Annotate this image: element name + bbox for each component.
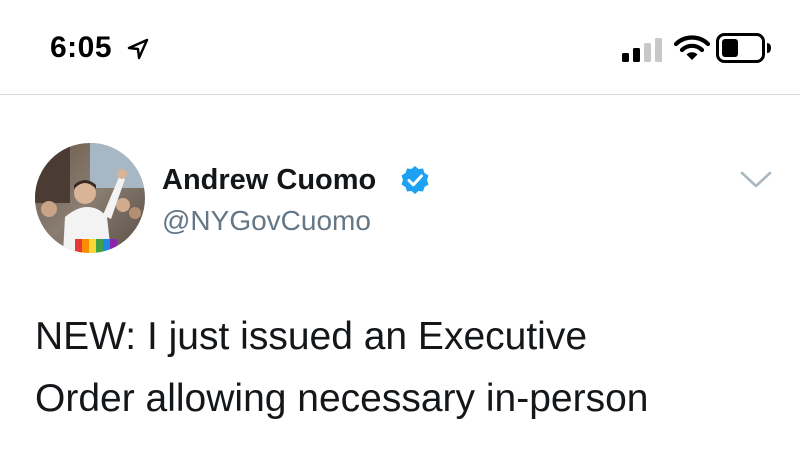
avatar-photo: [35, 143, 145, 253]
tweet-text-line: NEW: I just issued an Executive: [35, 315, 588, 358]
tweet-text-line: Order allowing necessary in-person: [35, 377, 649, 420]
status-bar: 6:05: [0, 0, 800, 95]
battery-icon: [716, 33, 771, 63]
tweet-text: NEW: I just issued an Executive Order al…: [35, 306, 775, 430]
author-handle[interactable]: @NYGovCuomo: [162, 203, 371, 239]
status-time: 6:05: [50, 31, 113, 64]
chevron-down-icon[interactable]: [738, 168, 774, 192]
location-arrow-icon: [127, 38, 149, 60]
wifi-icon: [674, 35, 710, 60]
tweet-screen: 6:05 Andrew Cuomo @NYGovCuomo NEW: I jus…: [0, 0, 800, 450]
author-name[interactable]: Andrew Cuomo: [162, 162, 376, 198]
avatar[interactable]: [35, 143, 145, 253]
verified-badge-icon: [401, 166, 429, 194]
header-divider: [0, 94, 800, 95]
cellular-signal-icon: [622, 38, 662, 62]
